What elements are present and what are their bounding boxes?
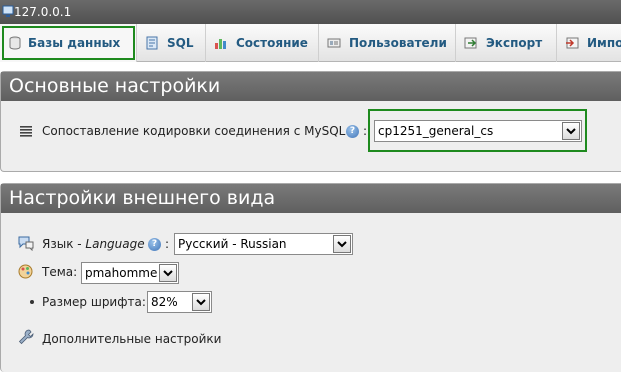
database-icon xyxy=(9,36,21,50)
tab-databases[interactable]: Базы данных xyxy=(0,24,137,62)
list-icon xyxy=(20,126,32,137)
fontsize-label: Размер шрифта: xyxy=(42,295,146,309)
import-icon xyxy=(566,37,579,49)
theme-link[interactable]: Тема: xyxy=(42,260,77,284)
fontsize-select[interactable]: 82% xyxy=(147,291,212,313)
status-icon xyxy=(215,39,226,49)
server-breadcrumb[interactable]: 127.0.0.1 xyxy=(0,0,621,24)
collation-colon: : xyxy=(363,124,368,138)
server-title: 127.0.0.1 xyxy=(14,5,72,19)
tab-import[interactable]: Импо xyxy=(557,24,621,62)
chevron-down-icon xyxy=(562,122,580,140)
theme-select-value: pmahomme xyxy=(85,266,158,280)
language-label: Язык - Language xyxy=(42,237,145,251)
fontsize-select-value: 82% xyxy=(151,295,178,309)
general-settings-heading: Основные настройки xyxy=(1,72,621,101)
tab-export[interactable]: Экспорт xyxy=(456,24,557,62)
chevron-down-icon xyxy=(192,293,210,311)
tab-status[interactable]: Состояние xyxy=(206,24,319,62)
collation-label: Сопоставление кодировки соединения с MyS… xyxy=(42,124,346,138)
collation-select[interactable]: cp1251_general_cs xyxy=(374,120,582,142)
sql-icon xyxy=(146,36,158,50)
main-tabs: Базы данных SQL Состояние Пользователи Э… xyxy=(0,24,621,62)
help-icon[interactable]: ? xyxy=(148,238,161,251)
theme-select[interactable]: pmahomme xyxy=(81,262,179,284)
more-settings-link[interactable]: Дополнительные настройки xyxy=(42,327,221,351)
language-select-value: Русский - Russian xyxy=(178,237,287,251)
help-icon[interactable]: ? xyxy=(346,125,359,138)
language-icon xyxy=(18,236,34,251)
more-settings-row: Дополнительные настройки xyxy=(1,327,301,351)
language-colon: : xyxy=(165,237,170,251)
users-icon xyxy=(327,38,341,48)
export-icon xyxy=(464,37,477,49)
wrench-icon xyxy=(18,329,34,345)
palette-icon xyxy=(18,264,33,279)
chevron-down-icon xyxy=(333,235,351,253)
bullet xyxy=(30,300,34,304)
language-select[interactable]: Русский - Russian xyxy=(174,233,353,255)
collation-select-value: cp1251_general_cs xyxy=(378,124,494,138)
general-settings-panel: Основные настройки Сопоставление кодиров… xyxy=(0,71,621,172)
chevron-down-icon xyxy=(159,264,177,282)
server-icon xyxy=(2,5,14,17)
appearance-settings-panel: Настройки внешнего вида Язык - Language … xyxy=(0,183,621,372)
tab-users[interactable]: Пользователи xyxy=(319,24,456,62)
appearance-settings-heading: Настройки внешнего вида xyxy=(1,184,621,213)
tab-sql[interactable]: SQL xyxy=(137,24,206,62)
